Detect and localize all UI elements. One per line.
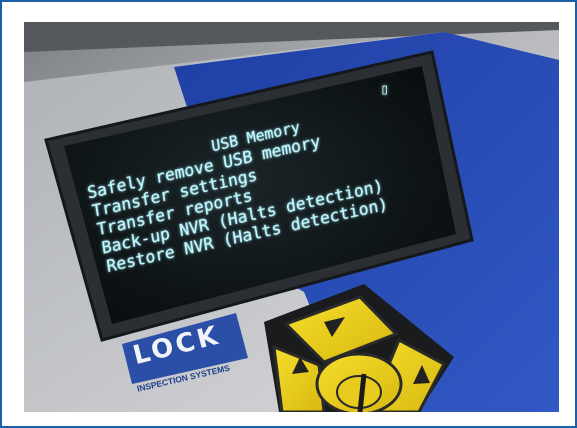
- device-photo: USB Memory Safely remove USB memory Tran…: [24, 22, 559, 412]
- usb-status-icon: ▯: [380, 80, 390, 98]
- figure-frame: USB Memory Safely remove USB memory Tran…: [0, 0, 577, 428]
